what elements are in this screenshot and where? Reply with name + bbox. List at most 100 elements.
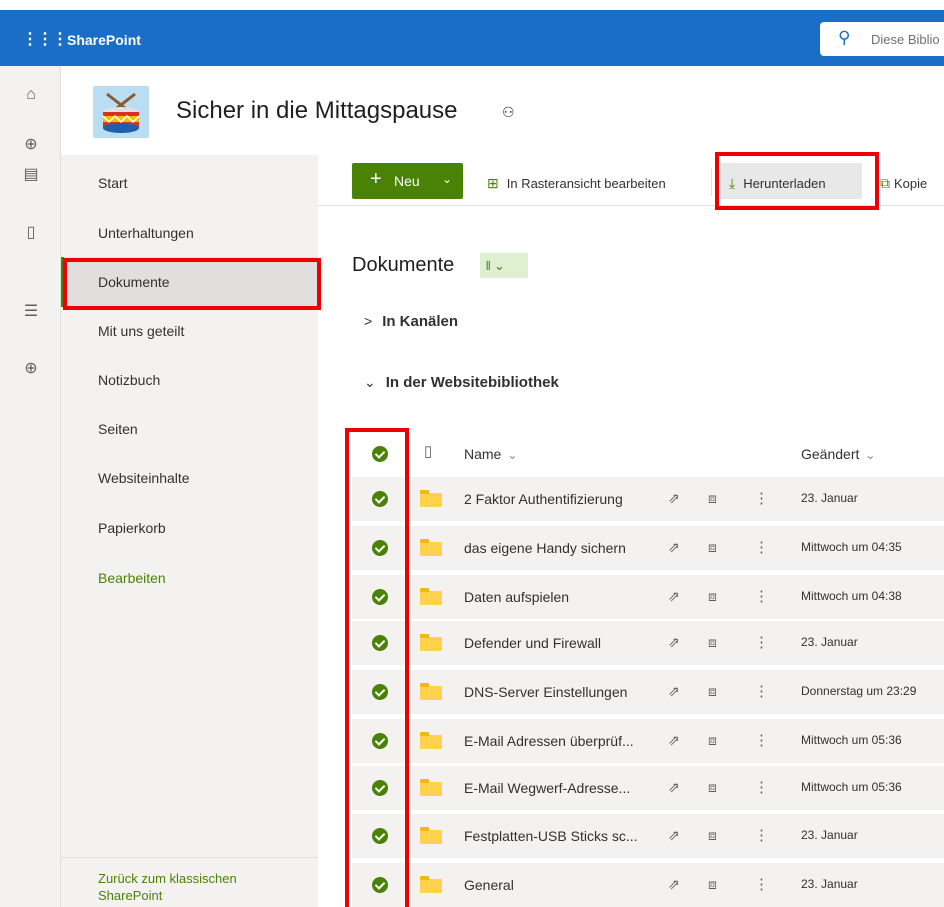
new-button[interactable]: + Neu ⌄ [352,163,463,199]
library-icon: 𝍪 [486,258,491,273]
more-icon[interactable]: ⋮ [754,731,769,749]
site-title[interactable]: Sicher in die Mittagspause [176,97,457,125]
folder-icon [420,490,442,507]
more-icon[interactable]: ⋮ [754,778,769,796]
copy-button[interactable]: ⧉ Kopie [880,175,927,192]
more-icon[interactable]: ⋮ [754,826,769,844]
chevron-down-icon: ⌄ [364,374,376,390]
table-row[interactable]: das eigene Handy sichern ⇗ ⧈ ⋮ Mittwoch … [352,526,944,570]
library-view-switcher[interactable]: 𝍪 ⌄ [480,253,528,278]
teams-icon: ⚇ [502,104,515,120]
share-icon[interactable]: ⇗ [668,683,680,700]
search-icon: ⚲ [838,28,851,47]
activity-icon[interactable]: ⧈ [708,779,717,796]
row-modified: 23. Januar [801,828,858,842]
more-icon[interactable]: ⋮ [754,875,769,893]
share-icon[interactable]: ⇗ [668,588,680,605]
nav-item-papierkorb[interactable]: Papierkorb [98,520,166,536]
more-icon[interactable]: ⋮ [754,682,769,700]
nav-item-unterhaltungen[interactable]: Unterhaltungen [98,225,194,241]
table-row[interactable]: E-Mail Wegwerf-Adresse... ⇗ ⧈ ⋮ Mittwoch… [352,766,944,810]
row-modified: Mittwoch um 04:38 [801,589,902,603]
search-box[interactable]: ⚲ Diese Biblio [820,22,944,56]
more-icon[interactable]: ⋮ [754,587,769,605]
chevron-down-icon: ⌄ [442,172,453,186]
add-icon[interactable]: ⊕ [22,360,40,378]
row-modified: Mittwoch um 04:35 [801,540,902,554]
activity-icon[interactable]: ⧈ [708,876,717,893]
more-icon[interactable]: ⋮ [754,489,769,507]
app-brand[interactable]: SharePoint [67,32,141,48]
folder-icon [420,683,442,700]
row-name[interactable]: 2 Faktor Authentifizierung [464,491,623,507]
app-rail: ⌂ ⊕ ▤ ▯ ☰ ⊕ [0,66,61,907]
nav-item-mit-uns-geteilt[interactable]: Mit uns geteilt [98,323,184,339]
row-modified: Mittwoch um 05:36 [801,780,902,794]
file-icon[interactable]: ▯ [22,224,40,242]
more-icon[interactable]: ⋮ [754,633,769,651]
share-icon[interactable]: ⇗ [668,827,680,844]
suite-header [0,0,944,66]
share-icon[interactable]: ⇗ [668,876,680,893]
waffle-icon[interactable]: ⋮⋮⋮ [22,29,68,49]
home-icon[interactable]: ⌂ [22,86,40,104]
search-placeholder: Diese Biblio [871,32,940,47]
column-header-modified[interactable]: Geändert ⌄ [801,446,875,462]
site-logo[interactable] [93,86,149,138]
share-icon[interactable]: ⇗ [668,490,680,507]
share-icon[interactable]: ⇗ [668,539,680,556]
row-name[interactable]: Defender und Firewall [464,635,601,651]
nav-edit-link[interactable]: Bearbeiten [98,570,166,586]
nav-item-start[interactable]: Start [98,175,128,191]
classic-sharepoint-link[interactable]: Zurück zum klassischen SharePoint [98,870,288,904]
section-in-kanaelen[interactable]: > In Kanälen [364,313,458,330]
list-icon[interactable]: ☰ [22,303,40,321]
table-row[interactable]: Festplatten-USB Sticks sc... ⇗ ⧈ ⋮ 23. J… [352,814,944,858]
more-icon[interactable]: ⋮ [754,538,769,556]
folder-icon [420,634,442,651]
column-modified-label: Geändert [801,446,860,462]
activity-icon[interactable]: ⧈ [708,827,717,844]
column-header-name[interactable]: Name ⌄ [464,446,517,462]
plus-icon: + [370,168,382,190]
copy-label: Kopie [894,176,928,191]
activity-icon[interactable]: ⧈ [708,588,717,605]
activity-icon[interactable]: ⧈ [708,539,717,556]
nav-item-websiteinhalte[interactable]: Websiteinhalte [98,470,190,486]
share-icon[interactable]: ⇗ [668,779,680,796]
top-border [0,0,944,10]
row-name[interactable]: E-Mail Wegwerf-Adresse... [464,780,630,796]
nav-item-notizbuch[interactable]: Notizbuch [98,372,160,388]
grid-edit-button[interactable]: ⊞ In Rasteransicht bearbeiten [487,175,666,192]
share-icon[interactable]: ⇗ [668,634,680,651]
activity-icon[interactable]: ⧈ [708,683,717,700]
table-row[interactable]: E-Mail Adressen überprüf... ⇗ ⧈ ⋮ Mittwo… [352,719,944,763]
nav-item-seiten[interactable]: Seiten [98,421,138,437]
activity-icon[interactable]: ⧈ [708,732,717,749]
row-name[interactable]: DNS-Server Einstellungen [464,684,627,700]
table-row[interactable]: DNS-Server Einstellungen ⇗ ⧈ ⋮ Donnersta… [352,670,944,714]
nav-divider [61,857,318,858]
file-type-icon: ▯ [424,443,433,460]
globe-icon[interactable]: ⊕ [22,136,40,154]
table-row[interactable]: Daten aufspielen ⇗ ⧈ ⋮ Mittwoch um 04:38 [352,575,944,619]
table-row[interactable]: 2 Faktor Authentifizierung ⇗ ⧈ ⋮ 23. Jan… [352,477,944,521]
row-name[interactable]: E-Mail Adressen überprüf... [464,733,634,749]
section-websitebibliothek[interactable]: ⌄ In der Websitebibliothek [364,374,559,391]
news-icon[interactable]: ▤ [22,166,40,184]
grid-icon: ⊞ [487,175,499,191]
folder-icon [420,876,442,893]
new-button-label: Neu [394,173,420,189]
activity-icon[interactable]: ⧈ [708,634,717,651]
row-name[interactable]: das eigene Handy sichern [464,540,626,556]
row-name[interactable]: Festplatten-USB Sticks sc... [464,828,638,844]
share-icon[interactable]: ⇗ [668,732,680,749]
row-modified: Donnerstag um 23:29 [801,684,917,698]
table-row[interactable]: General ⇗ ⧈ ⋮ 23. Januar [352,863,944,907]
table-row[interactable]: Defender und Firewall ⇗ ⧈ ⋮ 23. Januar [352,621,944,665]
activity-icon[interactable]: ⧈ [708,490,717,507]
highlight-checkboxes [345,428,409,907]
folder-icon [420,588,442,605]
row-name[interactable]: General [464,877,514,893]
row-name[interactable]: Daten aufspielen [464,589,569,605]
